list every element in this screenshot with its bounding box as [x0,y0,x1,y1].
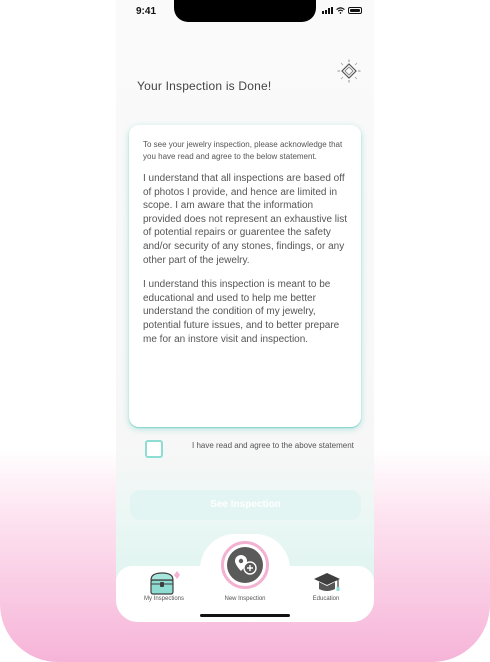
home-indicator [200,614,290,617]
app-screen: 9:41 Your Inspection is Done! To see you… [116,0,374,622]
status-time: 9:41 [136,6,157,17]
statement-intro: To see your jewelry inspection, please a… [143,140,343,161]
new-inspection-button[interactable] [221,541,269,589]
see-inspection-button[interactable]: See Inspection [130,490,361,520]
agree-label[interactable]: I have read and agree to the above state… [192,440,362,451]
tab-my-inspections[interactable]: My Inspections [138,596,190,602]
add-location-icon [235,555,257,575]
statement-card[interactable]: To see your jewelry inspection, please a… [129,125,361,427]
signal-icon [322,7,333,14]
wifi-icon [336,7,345,14]
new-inspection-circle [227,547,263,583]
agree-checkbox[interactable] [145,440,163,458]
device-notch [174,0,316,22]
treasure-chest-icon[interactable] [149,570,181,596]
status-icons [322,7,362,14]
battery-icon [348,7,362,14]
statement-paragraph-2: I understand this inspection is meant to… [143,279,340,345]
tab-education[interactable]: Education [304,596,348,602]
tab-new-inspection[interactable]: New Inspection [216,596,274,602]
statement-paragraph-1: I understand that all inspections are ba… [143,173,348,266]
diamond-icon [337,59,361,83]
graduation-cap-icon[interactable] [313,570,341,596]
page-title: Your Inspection is Done! [137,79,272,93]
